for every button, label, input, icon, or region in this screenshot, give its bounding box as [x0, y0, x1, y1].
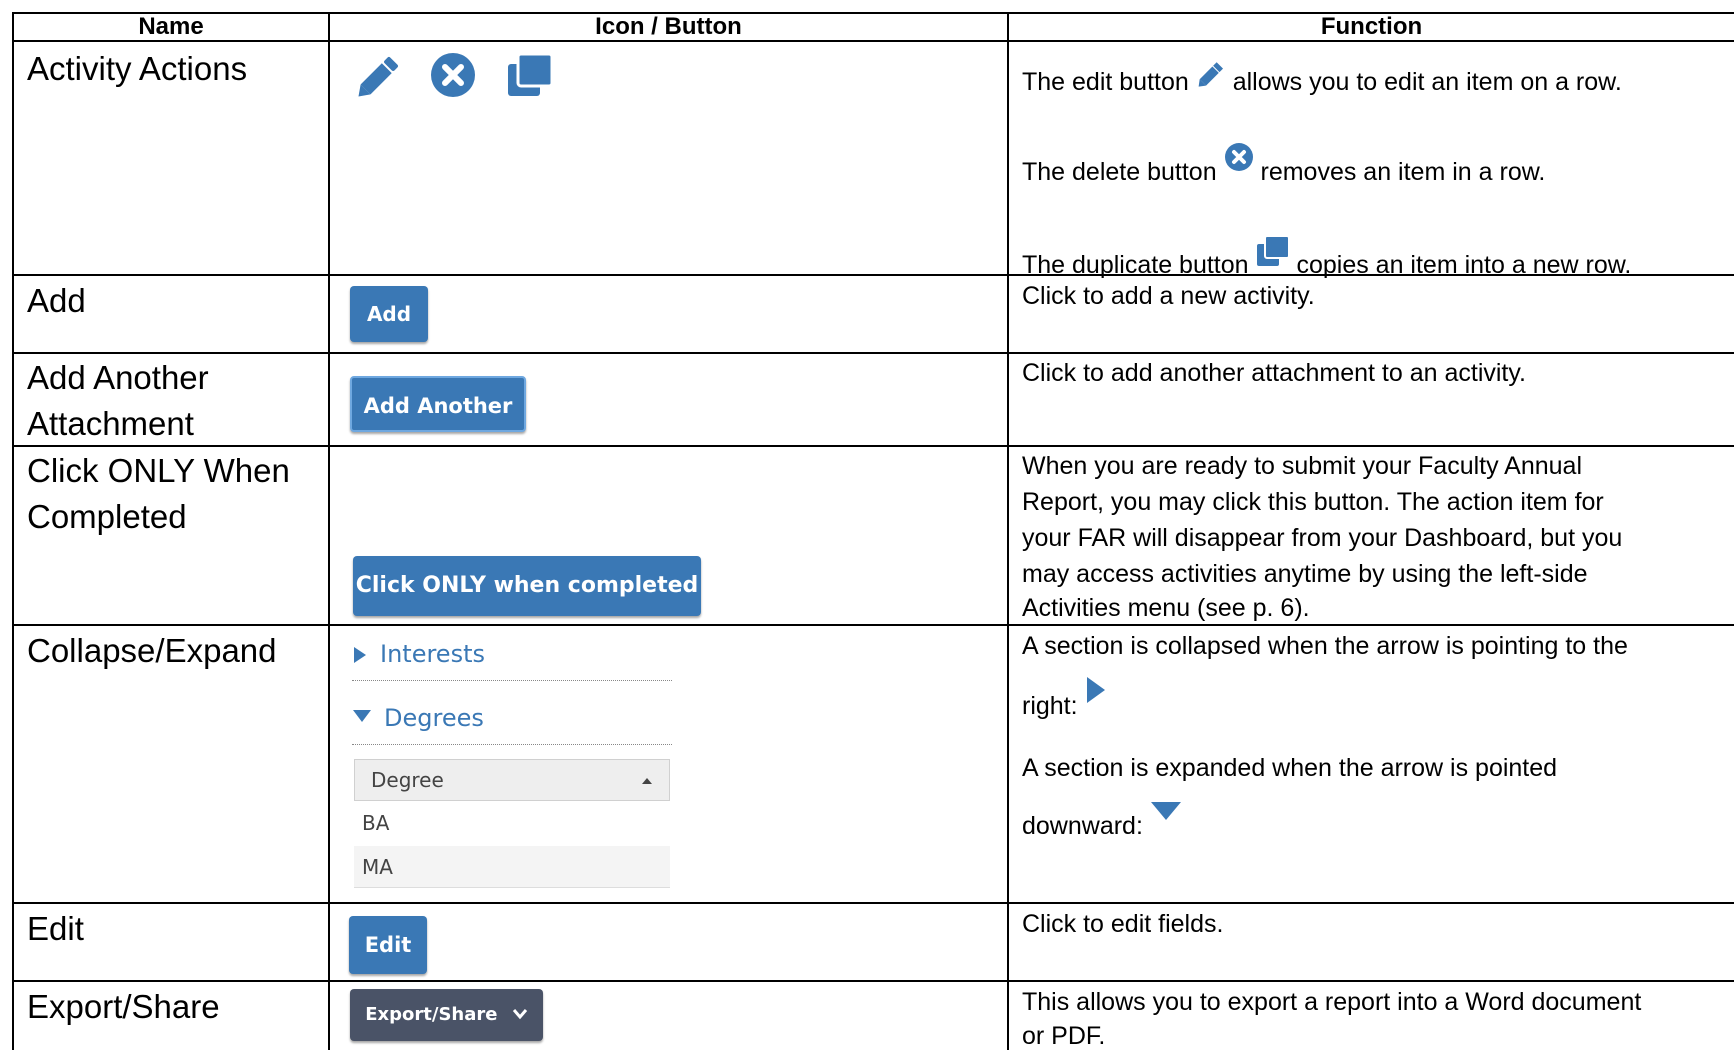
- row-name-add: Add: [27, 282, 86, 319]
- expanded-description-line1: A section is expanded when the arrow is …: [1022, 754, 1558, 782]
- expanded-section-degrees[interactable]: Degrees: [352, 701, 672, 735]
- chevron-down-icon: [512, 1009, 527, 1020]
- export-share-button[interactable]: Export/Share: [350, 989, 543, 1041]
- section-divider: [352, 744, 672, 745]
- degree-column-header[interactable]: Degree: [354, 759, 670, 801]
- export-description-line1: This allows you to export a report into …: [1022, 988, 1642, 1016]
- header-divider: [12, 40, 1734, 42]
- add-button[interactable]: Add: [350, 286, 428, 342]
- column-divider: [1007, 12, 1009, 1050]
- row-name-collapse-expand: Collapse/Expand: [27, 632, 277, 669]
- collapsed-description-line2: right:: [1022, 676, 1722, 724]
- row-name-add-another-line2: Attachment: [27, 405, 194, 442]
- duplicate-button-description: The duplicate button copies an item into…: [1022, 235, 1722, 283]
- click-only-description-line5: Activities menu (see p. 6).: [1022, 594, 1310, 622]
- edit-button-description: The edit button allows you to edit an it…: [1022, 60, 1722, 100]
- row-name-click-only-line2: Completed: [27, 498, 187, 535]
- row-divider: [12, 902, 1734, 904]
- pencil-icon[interactable]: [354, 52, 404, 100]
- row-name-edit: Edit: [27, 910, 84, 947]
- header-name: Name: [138, 13, 204, 40]
- reference-table: Name Icon / Button Function Activity Act…: [0, 0, 1734, 1050]
- delete-circle-icon: [1224, 143, 1253, 171]
- row-divider: [12, 352, 1734, 354]
- click-only-description-line2: Report, you may click this button. The a…: [1022, 488, 1604, 516]
- pencil-icon: [1198, 62, 1223, 87]
- right-arrow-icon: [1086, 677, 1105, 703]
- degree-option-ma[interactable]: MA: [354, 846, 670, 888]
- click-only-description-line1: When you are ready to submit your Facult…: [1022, 452, 1583, 480]
- add-another-description: Click to add another attachment to an ac…: [1022, 359, 1526, 387]
- table-border-left: [12, 12, 14, 1050]
- duplicate-icon: [1256, 235, 1290, 266]
- degree-option-ba[interactable]: BA: [354, 802, 670, 844]
- collapsed-section-interests[interactable]: Interests: [352, 638, 672, 670]
- row-name-add-another-line1: Add Another: [27, 359, 209, 396]
- add-another-button[interactable]: Add Another: [350, 376, 526, 432]
- collapsed-arrow-icon: [354, 647, 366, 663]
- export-description-line2: or PDF.: [1022, 1022, 1106, 1050]
- click-only-when-completed-button[interactable]: Click ONLY when completed: [353, 556, 701, 616]
- add-description: Click to add a new activity.: [1022, 282, 1315, 310]
- click-only-description-line3: your FAR will disappear from your Dashbo…: [1022, 524, 1623, 552]
- row-name-click-only-line1: Click ONLY When: [27, 452, 290, 489]
- delete-circle-icon[interactable]: [430, 52, 476, 98]
- delete-button-description: The delete button removes an item in a r…: [1022, 142, 1722, 190]
- duplicate-icon[interactable]: [506, 52, 554, 98]
- expanded-arrow-icon: [353, 710, 371, 722]
- row-name-export-share: Export/Share: [27, 988, 220, 1025]
- header-function: Function: [1320, 13, 1423, 40]
- header-icon-button: Icon / Button: [595, 13, 742, 40]
- collapsed-description-line1: A section is collapsed when the arrow is…: [1022, 632, 1628, 660]
- expanded-description-line2: downward:: [1022, 800, 1722, 844]
- edit-description: Click to edit fields.: [1022, 910, 1224, 938]
- edit-button[interactable]: Edit: [349, 916, 427, 974]
- sort-up-icon: [642, 778, 652, 784]
- section-divider: [352, 680, 672, 681]
- row-divider: [12, 980, 1734, 982]
- column-divider: [328, 12, 330, 1050]
- click-only-description-line4: may access activities anytime by using t…: [1022, 560, 1588, 588]
- row-name-activity-actions: Activity Actions: [27, 50, 248, 87]
- down-arrow-icon: [1150, 802, 1181, 820]
